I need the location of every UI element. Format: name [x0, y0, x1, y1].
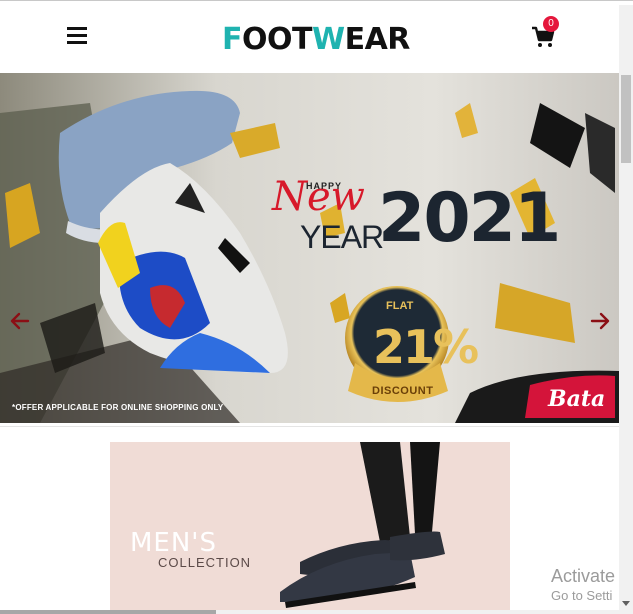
scroll-down-icon[interactable]	[622, 599, 630, 607]
mens-collection-title: MEN'S	[130, 528, 217, 558]
banner-discount-percent: 21%	[373, 320, 479, 374]
site-logo[interactable]: FOOTWEAR	[222, 23, 410, 57]
mens-collection-card[interactable]: MEN'S COLLECTION	[110, 442, 510, 614]
brand-logo: Bata	[548, 386, 606, 412]
logo-letter-f: F	[222, 22, 243, 57]
site-header: FOOTWEAR	[0, 5, 619, 73]
vertical-scrollbar[interactable]	[619, 5, 633, 614]
banner-offer-note: *OFFER APPLICABLE FOR ONLINE SHOPPING ON…	[12, 403, 224, 412]
banner-happy-text: HAPPY	[306, 181, 343, 191]
mens-collection-subtitle: COLLECTION	[158, 555, 252, 570]
logo-text-oot: OOT	[242, 22, 312, 57]
banner-year-number: 2021	[378, 179, 561, 258]
logo-letter-w: W	[311, 22, 345, 57]
logo-text-ear: EAR	[344, 22, 411, 57]
banner-flat-text: FLAT	[386, 300, 414, 312]
arrow-right-icon[interactable]	[588, 309, 612, 333]
cart-count-badge: 0	[543, 16, 559, 32]
banner-year-text: YEAR	[300, 219, 384, 255]
section-divider	[0, 426, 619, 427]
menu-icon[interactable]	[67, 27, 87, 45]
horizontal-scrollbar-thumb[interactable]	[0, 610, 216, 614]
banner-discount-text: DISCOUNT	[372, 385, 434, 397]
hero-carousel[interactable]: New HAPPY YEAR 2021 FLAT 21% DISCOUNT *O…	[0, 73, 619, 423]
arrow-left-icon[interactable]	[8, 309, 32, 333]
scrollbar-thumb[interactable]	[621, 75, 631, 163]
